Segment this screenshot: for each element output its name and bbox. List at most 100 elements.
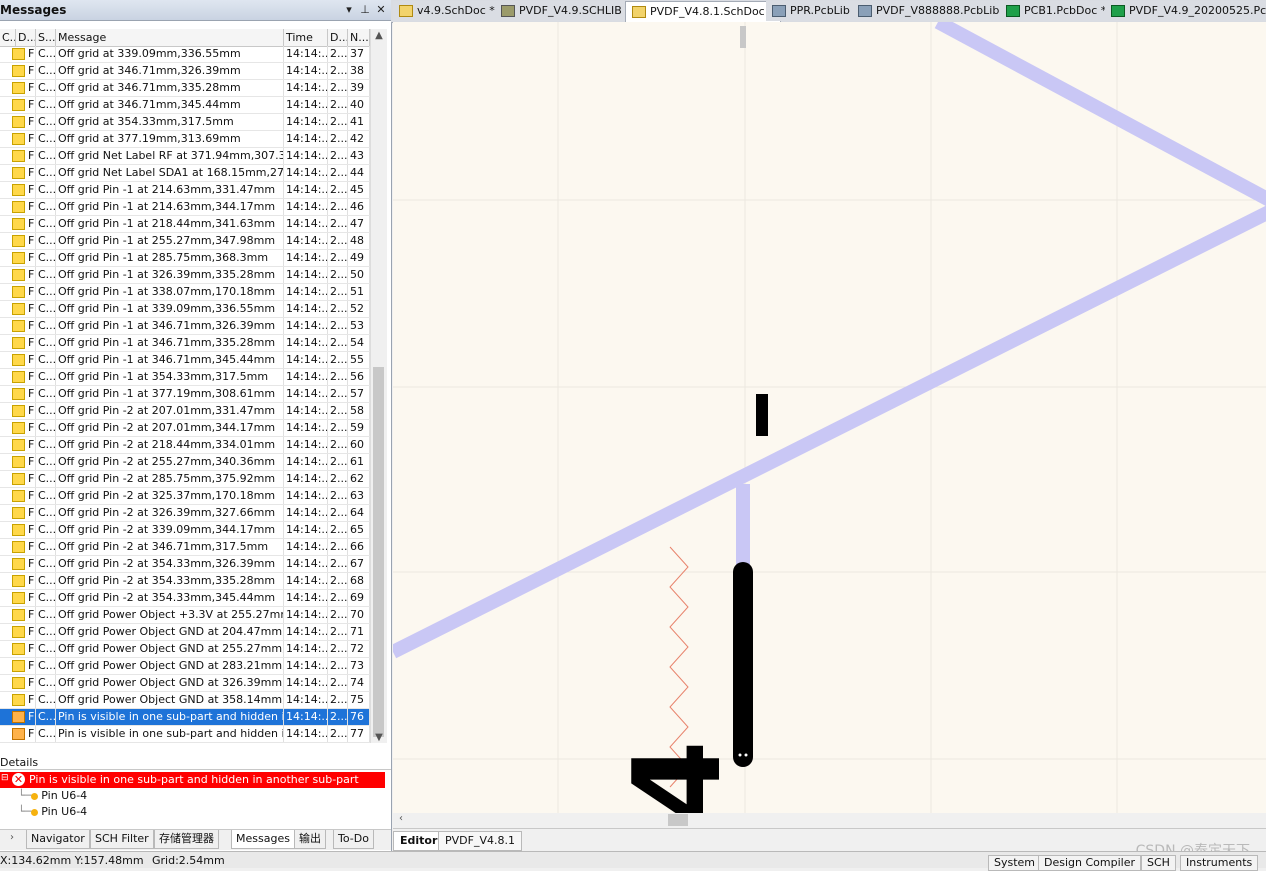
doc-tab[interactable]: PCB1.PcbDoc * bbox=[1000, 1, 1113, 21]
message-row[interactable]: F C... Off grid Pin -1 at 377.19mm,308.61m… bbox=[0, 386, 370, 403]
messages-vertical-scrollbar[interactable]: ▲ ▼ bbox=[370, 29, 387, 743]
status-button-system[interactable]: System bbox=[988, 855, 1042, 871]
tab-storage-manager[interactable]: 存储管理器 bbox=[154, 830, 219, 849]
message-row[interactable]: F C... Off grid Pin -2 at 346.71mm,317.5mm… bbox=[0, 539, 370, 556]
panel-menu-dropdown-icon[interactable]: ▾ bbox=[342, 3, 356, 17]
message-row[interactable]: F C... Off grid Pin -2 at 354.33mm,345.44m… bbox=[0, 590, 370, 607]
message-row[interactable]: F C... Off grid Power Object +3.3V at 255.… bbox=[0, 607, 370, 624]
message-row[interactable]: F C... Off grid Power Object GND at 358.14… bbox=[0, 692, 370, 709]
message-row[interactable]: F C... Off grid Power Object GND at 255.27… bbox=[0, 641, 370, 658]
details-child-pin[interactable]: └─ Pin U6-4 bbox=[18, 788, 87, 804]
message-row[interactable]: F C... Off grid Power Object GND at 204.47… bbox=[0, 624, 370, 641]
message-row[interactable]: F C... Off grid Pin -2 at 207.01mm,331.47m… bbox=[0, 403, 370, 420]
scroll-up-icon[interactable]: ▲ bbox=[371, 29, 387, 43]
message-row[interactable]: F C... Off grid Pin -2 at 339.09mm,344.17m… bbox=[0, 522, 370, 539]
message-row[interactable]: F C... Off grid Pin -1 at 354.33mm,317.5mm… bbox=[0, 369, 370, 386]
column-number[interactable]: N... bbox=[348, 29, 370, 46]
message-row[interactable]: F C... Off grid Pin -1 at 218.44mm,341.63m… bbox=[0, 216, 370, 233]
row-number-cell: 43 bbox=[348, 148, 370, 164]
schematic-canvas[interactable]: 4 bbox=[393, 22, 1266, 813]
canvas-horizontal-scrollbar[interactable]: ‹ bbox=[393, 813, 1266, 827]
message-row[interactable]: F C... Off grid Pin -2 at 255.27mm,340.36m… bbox=[0, 454, 370, 471]
row-class-cell: F bbox=[28, 607, 36, 623]
details-child-pin[interactable]: └─ Pin U6-4 bbox=[18, 804, 87, 820]
scrollbar-thumb[interactable] bbox=[668, 814, 688, 826]
message-row[interactable]: F C... Off grid Pin -1 at 339.09mm,336.55m… bbox=[0, 301, 370, 318]
tab-document[interactable]: PVDF_V4.8.1 bbox=[438, 831, 522, 851]
message-row[interactable]: F C... Off grid Pin -2 at 218.44mm,334.01m… bbox=[0, 437, 370, 454]
message-row[interactable]: F C... Off grid at 377.19mm,313.69mm 14:14:… bbox=[0, 131, 370, 148]
tab-output[interactable]: 输出 bbox=[294, 830, 326, 849]
message-row[interactable]: F C... Off grid Net Label RF at 371.94mm,3… bbox=[0, 148, 370, 165]
message-row[interactable]: F C... Off grid at 346.71mm,326.39mm 14:14:… bbox=[0, 63, 370, 80]
row-message-cell: Off grid Pin -1 at 218.44mm,341.63mm bbox=[56, 216, 284, 232]
column-time[interactable]: Time bbox=[284, 29, 328, 46]
status-button-instruments[interactable]: Instruments bbox=[1180, 855, 1259, 871]
message-row[interactable]: F C... Off grid Power Object GND at 283.21… bbox=[0, 658, 370, 675]
message-row[interactable]: F C... Off grid Pin -2 at 354.33mm,335.28m… bbox=[0, 573, 370, 590]
doc-tab-active[interactable]: PVDF_V4.8.1.SchDoc * bbox=[625, 1, 781, 22]
column-document[interactable]: D... bbox=[16, 29, 36, 46]
collapse-icon[interactable]: ⊟ bbox=[1, 773, 9, 783]
message-row[interactable]: F C... Off grid Pin -2 at 325.37mm,170.18m… bbox=[0, 488, 370, 505]
message-row[interactable]: F C... Off grid Pin -1 at 338.07mm,170.18m… bbox=[0, 284, 370, 301]
row-message-cell: Off grid Power Object GND at 204.47mm,3.… bbox=[58, 624, 284, 640]
doc-tab[interactable]: PVDF_V4.9.SCHLIB * bbox=[495, 1, 637, 21]
tab-sch-filter[interactable]: SCH Filter bbox=[90, 830, 154, 849]
message-row[interactable]: F C... Off grid Pin -1 at 214.63mm,344.17m… bbox=[0, 199, 370, 216]
status-button-sch[interactable]: SCH bbox=[1141, 855, 1176, 871]
pin-designator[interactable]: 4 bbox=[609, 740, 748, 813]
scroll-left-icon[interactable]: ‹ bbox=[399, 813, 403, 824]
row-message-cell: Off grid Power Object GND at 326.39mm,3.… bbox=[58, 675, 284, 691]
message-row[interactable]: F C... Off grid Pin -1 at 255.27mm,347.98m… bbox=[0, 233, 370, 250]
doc-tab[interactable]: PVDF_V4.9_20200525.PcbD bbox=[1105, 1, 1266, 21]
status-button-design-compiler[interactable]: Design Compiler bbox=[1038, 855, 1141, 871]
message-row[interactable]: F C... Off grid Pin -2 at 285.75mm,375.92m… bbox=[0, 471, 370, 488]
message-row[interactable]: F C... Off grid Pin -1 at 346.71mm,326.39m… bbox=[0, 318, 370, 335]
warning-icon bbox=[12, 490, 25, 502]
message-row[interactable]: F C... Off grid Pin -1 at 346.71mm,335.28m… bbox=[0, 335, 370, 352]
scrollbar-thumb[interactable] bbox=[373, 367, 384, 737]
column-message[interactable]: Message bbox=[56, 29, 284, 46]
message-row[interactable]: F C... Off grid Pin -2 at 326.39mm,327.66m… bbox=[0, 505, 370, 522]
schematic-drawing[interactable]: 4 bbox=[393, 22, 1266, 813]
doc-tab[interactable]: PVDF_V888888.PcbLib * bbox=[852, 1, 1015, 21]
wire[interactable] bbox=[393, 205, 1266, 659]
column-source[interactable]: S... bbox=[36, 29, 56, 46]
row-source-cell: C... bbox=[38, 403, 56, 419]
message-row[interactable]: F C... Off grid Pin -1 at 326.39mm,335.28m… bbox=[0, 267, 370, 284]
message-row[interactable]: F C... Off grid at 339.09mm,336.55mm 14:14:… bbox=[0, 46, 370, 63]
tab-editor[interactable]: Editor bbox=[393, 831, 445, 851]
doc-tab[interactable]: v4.9.SchDoc * bbox=[393, 1, 501, 21]
scroll-down-icon[interactable]: ▼ bbox=[371, 731, 387, 745]
tab-todo[interactable]: To-Do bbox=[333, 830, 374, 849]
message-row[interactable]: F C... Off grid at 346.71mm,335.28mm 14:14:… bbox=[0, 80, 370, 97]
message-row[interactable]: F C... Off grid Net Label SDA1 at 168.15mm… bbox=[0, 165, 370, 182]
warning-icon bbox=[12, 677, 25, 689]
message-row[interactable]: F C... Off grid at 346.71mm,345.44mm 14:14:… bbox=[0, 97, 370, 114]
wire[interactable] bbox=[934, 22, 1266, 207]
message-row[interactable]: F C... Pin is visible in one sub-part and … bbox=[0, 709, 370, 726]
tab-messages[interactable]: Messages bbox=[231, 830, 295, 849]
column-date[interactable]: D... bbox=[328, 29, 348, 46]
tab-navigator[interactable]: Navigator bbox=[26, 830, 90, 849]
row-date-cell: 2... bbox=[330, 352, 348, 368]
doc-tab[interactable]: PPR.PcbLib bbox=[766, 1, 856, 21]
row-number-cell: 72 bbox=[348, 641, 370, 657]
message-row[interactable]: F C... Off grid Power Object GND at 326.39… bbox=[0, 675, 370, 692]
close-panel-icon[interactable]: ✕ bbox=[374, 3, 388, 17]
message-row[interactable]: F C... Off grid Pin -1 at 214.63mm,331.47m… bbox=[0, 182, 370, 199]
message-row[interactable]: F C... Off grid at 354.33mm,317.5mm 14:14:.… bbox=[0, 114, 370, 131]
row-date-cell: 2... bbox=[330, 386, 348, 402]
message-row[interactable]: F C... Off grid Pin -1 at 285.75mm,368.3mm… bbox=[0, 250, 370, 267]
message-row[interactable]: F C... Off grid Pin -2 at 207.01mm,344.17m… bbox=[0, 420, 370, 437]
message-row[interactable]: F C... Off grid Pin -1 at 346.71mm,345.44m… bbox=[0, 352, 370, 369]
message-row[interactable]: F C... Pin is visible in one sub-part and … bbox=[0, 726, 370, 743]
warning-icon bbox=[12, 201, 25, 213]
pin-panel-icon[interactable]: ⊥ bbox=[358, 3, 372, 17]
tabs-scroll-right-icon[interactable]: › bbox=[10, 832, 14, 843]
message-row[interactable]: F C... Off grid Pin -2 at 354.33mm,326.39m… bbox=[0, 556, 370, 573]
column-class[interactable]: C... bbox=[0, 29, 16, 46]
row-time-cell: 14:14:... bbox=[286, 80, 328, 96]
details-error-row[interactable]: ⊟ ✕ Pin is visible in one sub-part and h… bbox=[0, 772, 385, 788]
